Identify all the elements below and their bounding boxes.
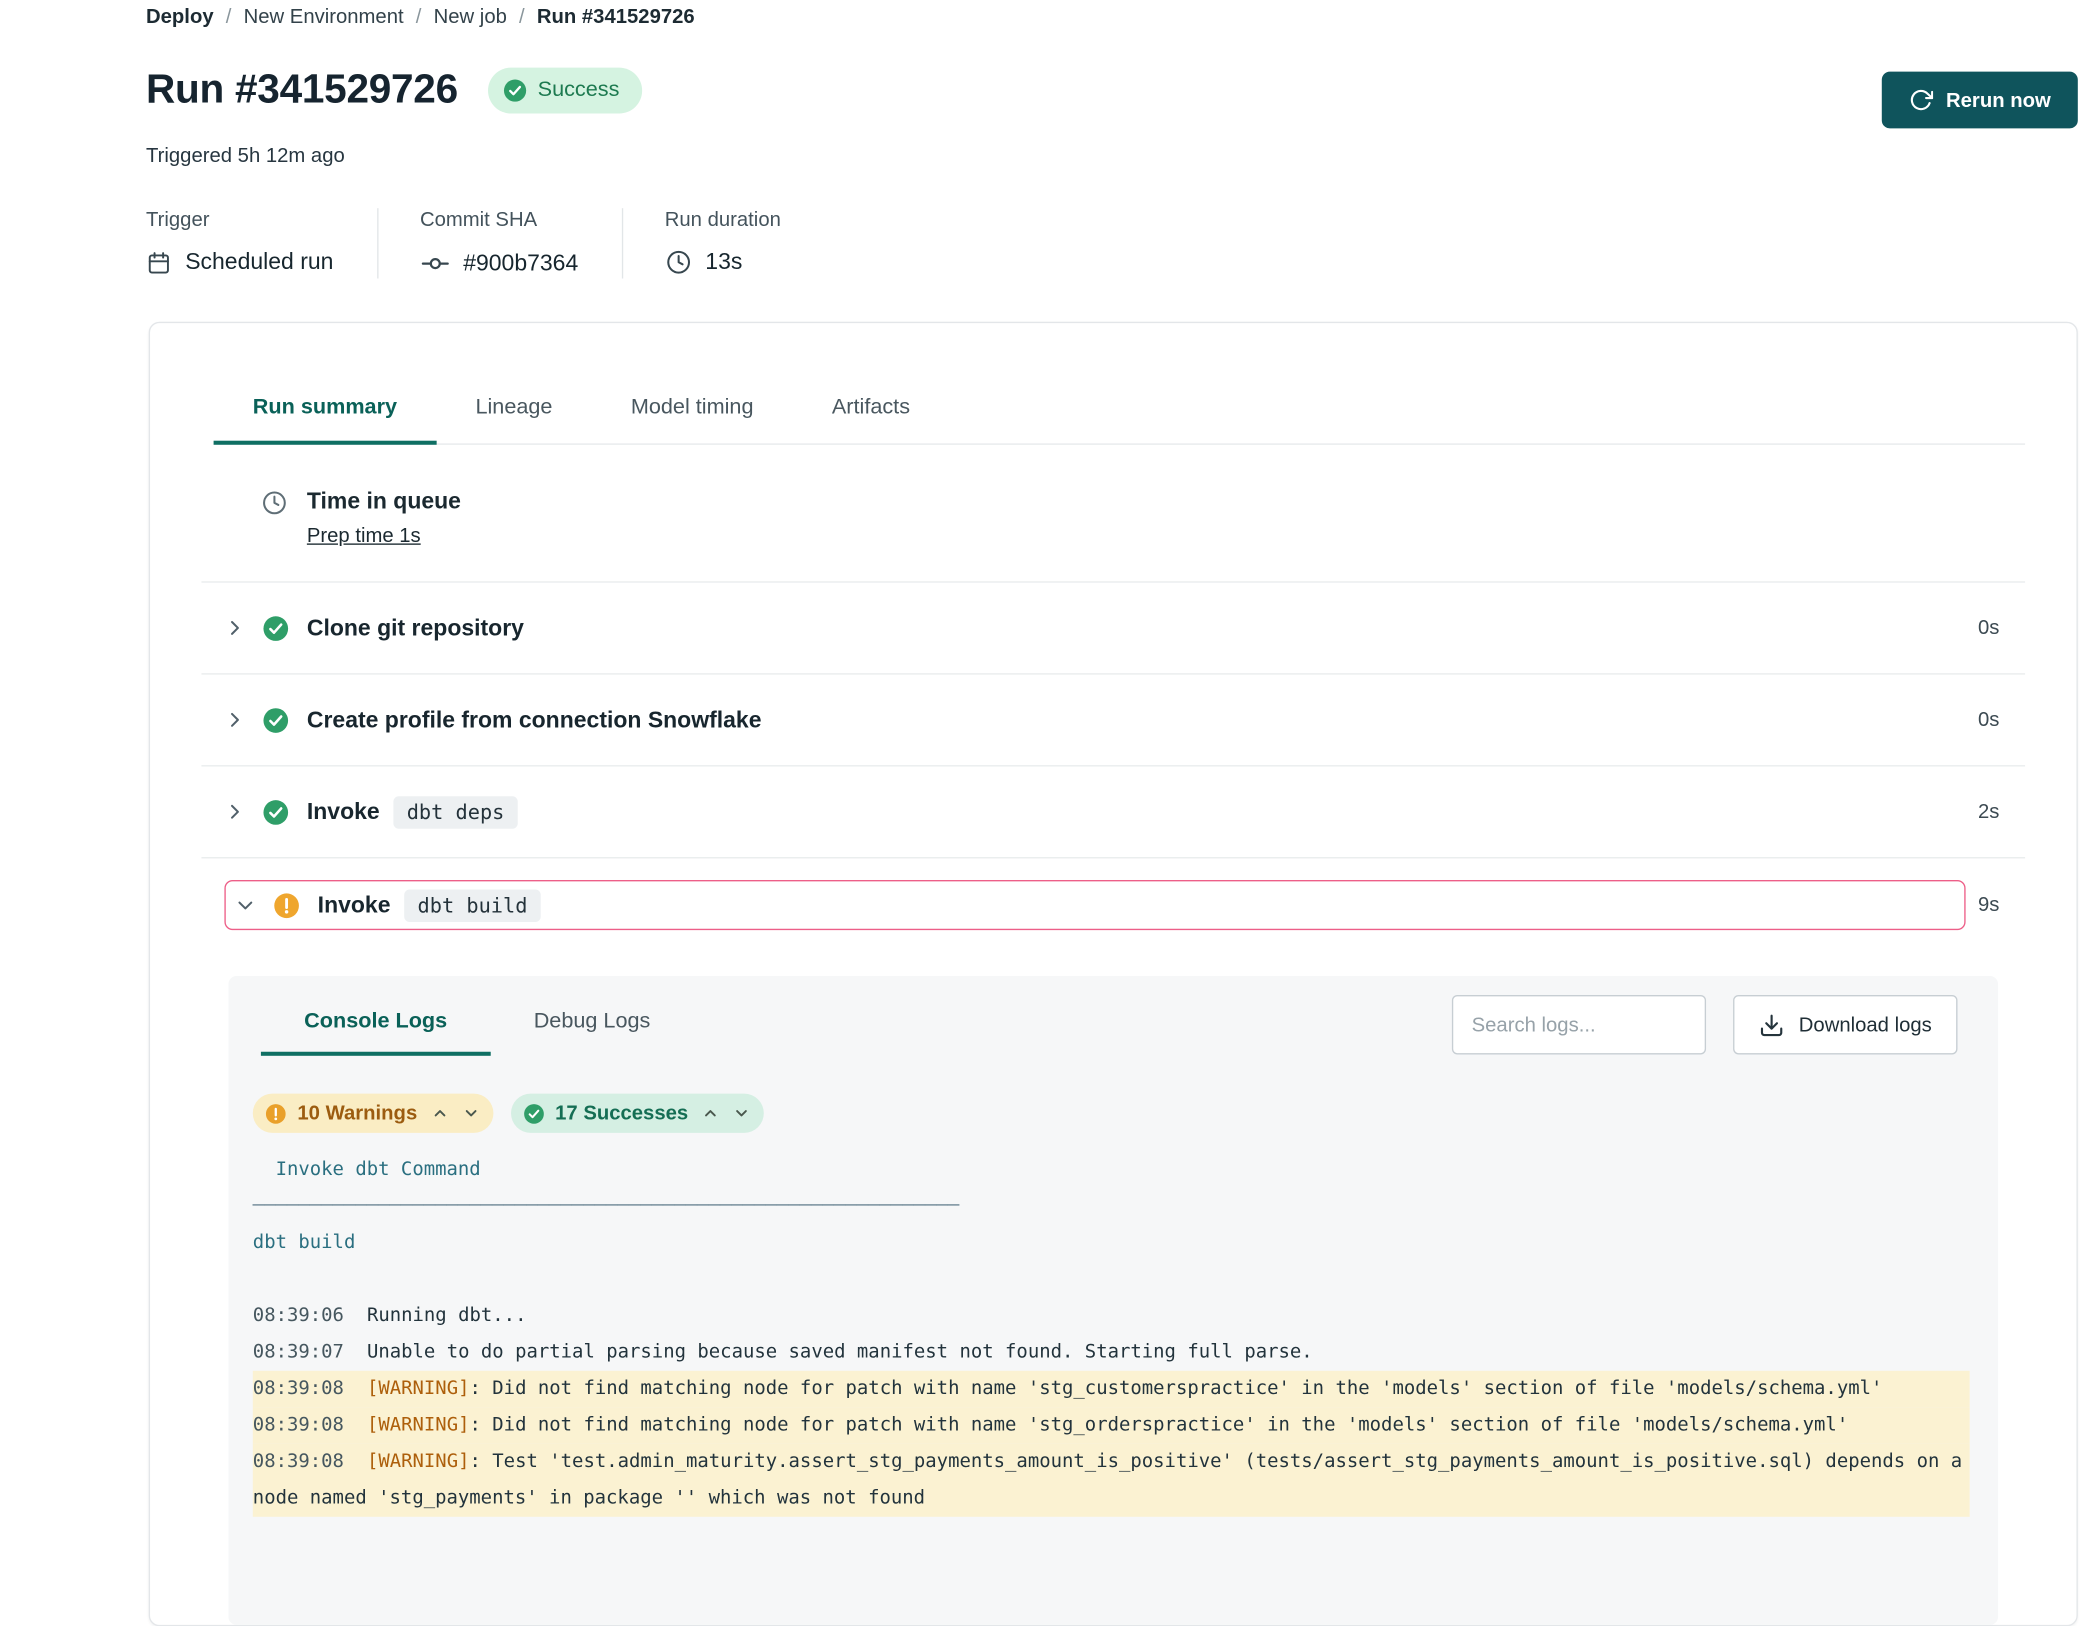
trigger-value: Scheduled run (185, 249, 333, 276)
page: Deploy / New Environment / New job / Run… (0, 0, 2090, 1521)
breadcrumb-separator: / (519, 5, 525, 28)
rerun-now-button[interactable]: Rerun now (1881, 72, 2078, 129)
log-line-warning: 08:39:08[WARNING]: Did not find matching… (253, 1407, 1970, 1444)
run-duration-label: Run duration (665, 208, 781, 231)
step-command-chip: dbt build (404, 889, 541, 921)
prep-time-link[interactable]: Prep time 1s (307, 525, 421, 548)
caret-up-icon[interactable] (431, 1104, 449, 1122)
warning-circle-icon (265, 1102, 287, 1124)
step-invoke-dbt-deps[interactable]: Invoke dbt deps 2s (201, 765, 2025, 857)
log-divider-line: ────────────────────────────────────────… (253, 1188, 1970, 1225)
log-line: 08:39:07Unable to do partial parsing bec… (253, 1334, 1970, 1371)
breadcrumb-current-run: Run #341529726 (537, 5, 695, 28)
chevron-right-icon[interactable] (224, 802, 244, 822)
tab-model-timing[interactable]: Model timing (592, 377, 793, 445)
step-clone-git-repository[interactable]: Clone git repository 0s (201, 581, 2025, 673)
log-blank-line (253, 1261, 1970, 1298)
commit-sha-label: Commit SHA (420, 208, 578, 231)
step-label: Create profile from connection Snowflake (307, 706, 762, 733)
step-label: Clone git repository (307, 614, 524, 641)
tab-run-summary[interactable]: Run summary (214, 377, 437, 445)
rerun-icon (1908, 88, 1932, 112)
step-label: Invoke (307, 798, 380, 825)
step-label: Invoke (318, 892, 391, 919)
step-create-profile[interactable]: Create profile from connection Snowflake… (201, 673, 2025, 765)
meta-commit: Commit SHA #900b7364 (377, 208, 622, 278)
breadcrumb-deploy[interactable]: Deploy (146, 5, 214, 28)
warnings-badge-label: 10 Warnings (297, 1102, 417, 1125)
log-line: Invoke dbt Command (253, 1152, 1970, 1189)
step-duration: 0s (1966, 616, 2025, 639)
tab-artifacts[interactable]: Artifacts (793, 377, 950, 445)
breadcrumb-job[interactable]: New job (434, 5, 507, 28)
step-duration: 0s (1966, 708, 2025, 731)
check-circle-icon (523, 1102, 545, 1124)
breadcrumb-environment[interactable]: New Environment (244, 5, 404, 28)
run-detail-card: Run summary Lineage Model timing Artifac… (149, 322, 2078, 1626)
triggered-ago-text: Triggered 5h 12m ago (146, 145, 2078, 168)
tab-debug-logs[interactable]: Debug Logs (490, 994, 693, 1056)
page-title: Run #341529726 (146, 68, 458, 114)
step-invoke-dbt-build-row: Invoke dbt build 9s (201, 880, 2025, 930)
time-in-queue-title: Time in queue (307, 488, 461, 515)
step-invoke-dbt-build[interactable]: Invoke dbt build (224, 880, 1965, 930)
log-line: dbt build (253, 1225, 1970, 1262)
tab-lineage[interactable]: Lineage (436, 377, 591, 445)
rerun-now-label: Rerun now (1946, 89, 2051, 112)
step-duration: 2s (1966, 800, 2025, 823)
warning-circle-icon (273, 892, 300, 919)
tab-console-logs[interactable]: Console Logs (261, 994, 491, 1056)
warnings-badge[interactable]: 10 Warnings (253, 1094, 493, 1133)
clock-icon (261, 489, 288, 548)
run-tabs: Run summary Lineage Model timing Artifac… (214, 377, 2025, 445)
download-icon (1758, 1012, 1784, 1038)
breadcrumb: Deploy / New Environment / New job / Run… (146, 3, 2078, 29)
check-circle-icon (262, 706, 289, 733)
download-logs-button[interactable]: Download logs (1733, 995, 1958, 1054)
time-in-queue: Time in queue Prep time 1s (201, 445, 2025, 582)
caret-down-icon[interactable] (462, 1104, 480, 1122)
calendar-icon (146, 249, 172, 275)
log-line-warning: 08:39:08[WARNING]: Did not find matching… (253, 1371, 1970, 1408)
log-line: 08:39:06Running dbt... (253, 1298, 1970, 1335)
step-duration: 9s (1966, 894, 2025, 917)
breadcrumb-separator: / (226, 5, 232, 28)
chevron-right-icon[interactable] (224, 618, 244, 638)
download-logs-label: Download logs (1799, 1013, 1932, 1036)
log-panel: Console Logs Debug Logs Download logs (228, 976, 1998, 1625)
log-line-warning: 08:39:08[WARNING]: Test 'test.admin_matu… (253, 1444, 1970, 1517)
log-header: Console Logs Debug Logs Download logs (228, 976, 1998, 1056)
clock-icon (665, 249, 692, 276)
console-log-output: Invoke dbt Command ─────────────────────… (228, 1152, 1998, 1517)
status-badge-label: Success (538, 78, 620, 102)
meta-trigger: Trigger Scheduled run (146, 208, 377, 278)
caret-up-icon[interactable] (702, 1104, 720, 1122)
trigger-label: Trigger (146, 208, 333, 231)
check-circle-icon (262, 798, 289, 825)
run-meta: Trigger Scheduled run Commit SHA #900b73… (146, 208, 2078, 278)
check-circle-icon (262, 614, 289, 641)
commit-sha-value[interactable]: #900b7364 (463, 250, 578, 277)
meta-duration: Run duration 13s (621, 208, 824, 278)
status-badge: Success (488, 68, 643, 114)
successes-badge-label: 17 Successes (555, 1102, 688, 1125)
step-list: Clone git repository 0s Create profile f… (201, 581, 2025, 858)
check-circle-icon (502, 78, 526, 102)
step-command-chip: dbt deps (393, 796, 518, 828)
run-duration-value: 13s (705, 249, 742, 276)
git-commit-icon (420, 249, 450, 279)
log-filter-badges: 10 Warnings 17 Successes (253, 1094, 1998, 1133)
successes-badge[interactable]: 17 Successes (511, 1094, 764, 1133)
chevron-right-icon[interactable] (224, 710, 244, 730)
chevron-down-icon[interactable] (235, 895, 255, 915)
header: Run #341529726 Success Rerun now (146, 53, 2078, 129)
search-logs-input[interactable] (1451, 995, 1705, 1054)
caret-down-icon[interactable] (733, 1104, 751, 1122)
breadcrumb-separator: / (416, 5, 422, 28)
